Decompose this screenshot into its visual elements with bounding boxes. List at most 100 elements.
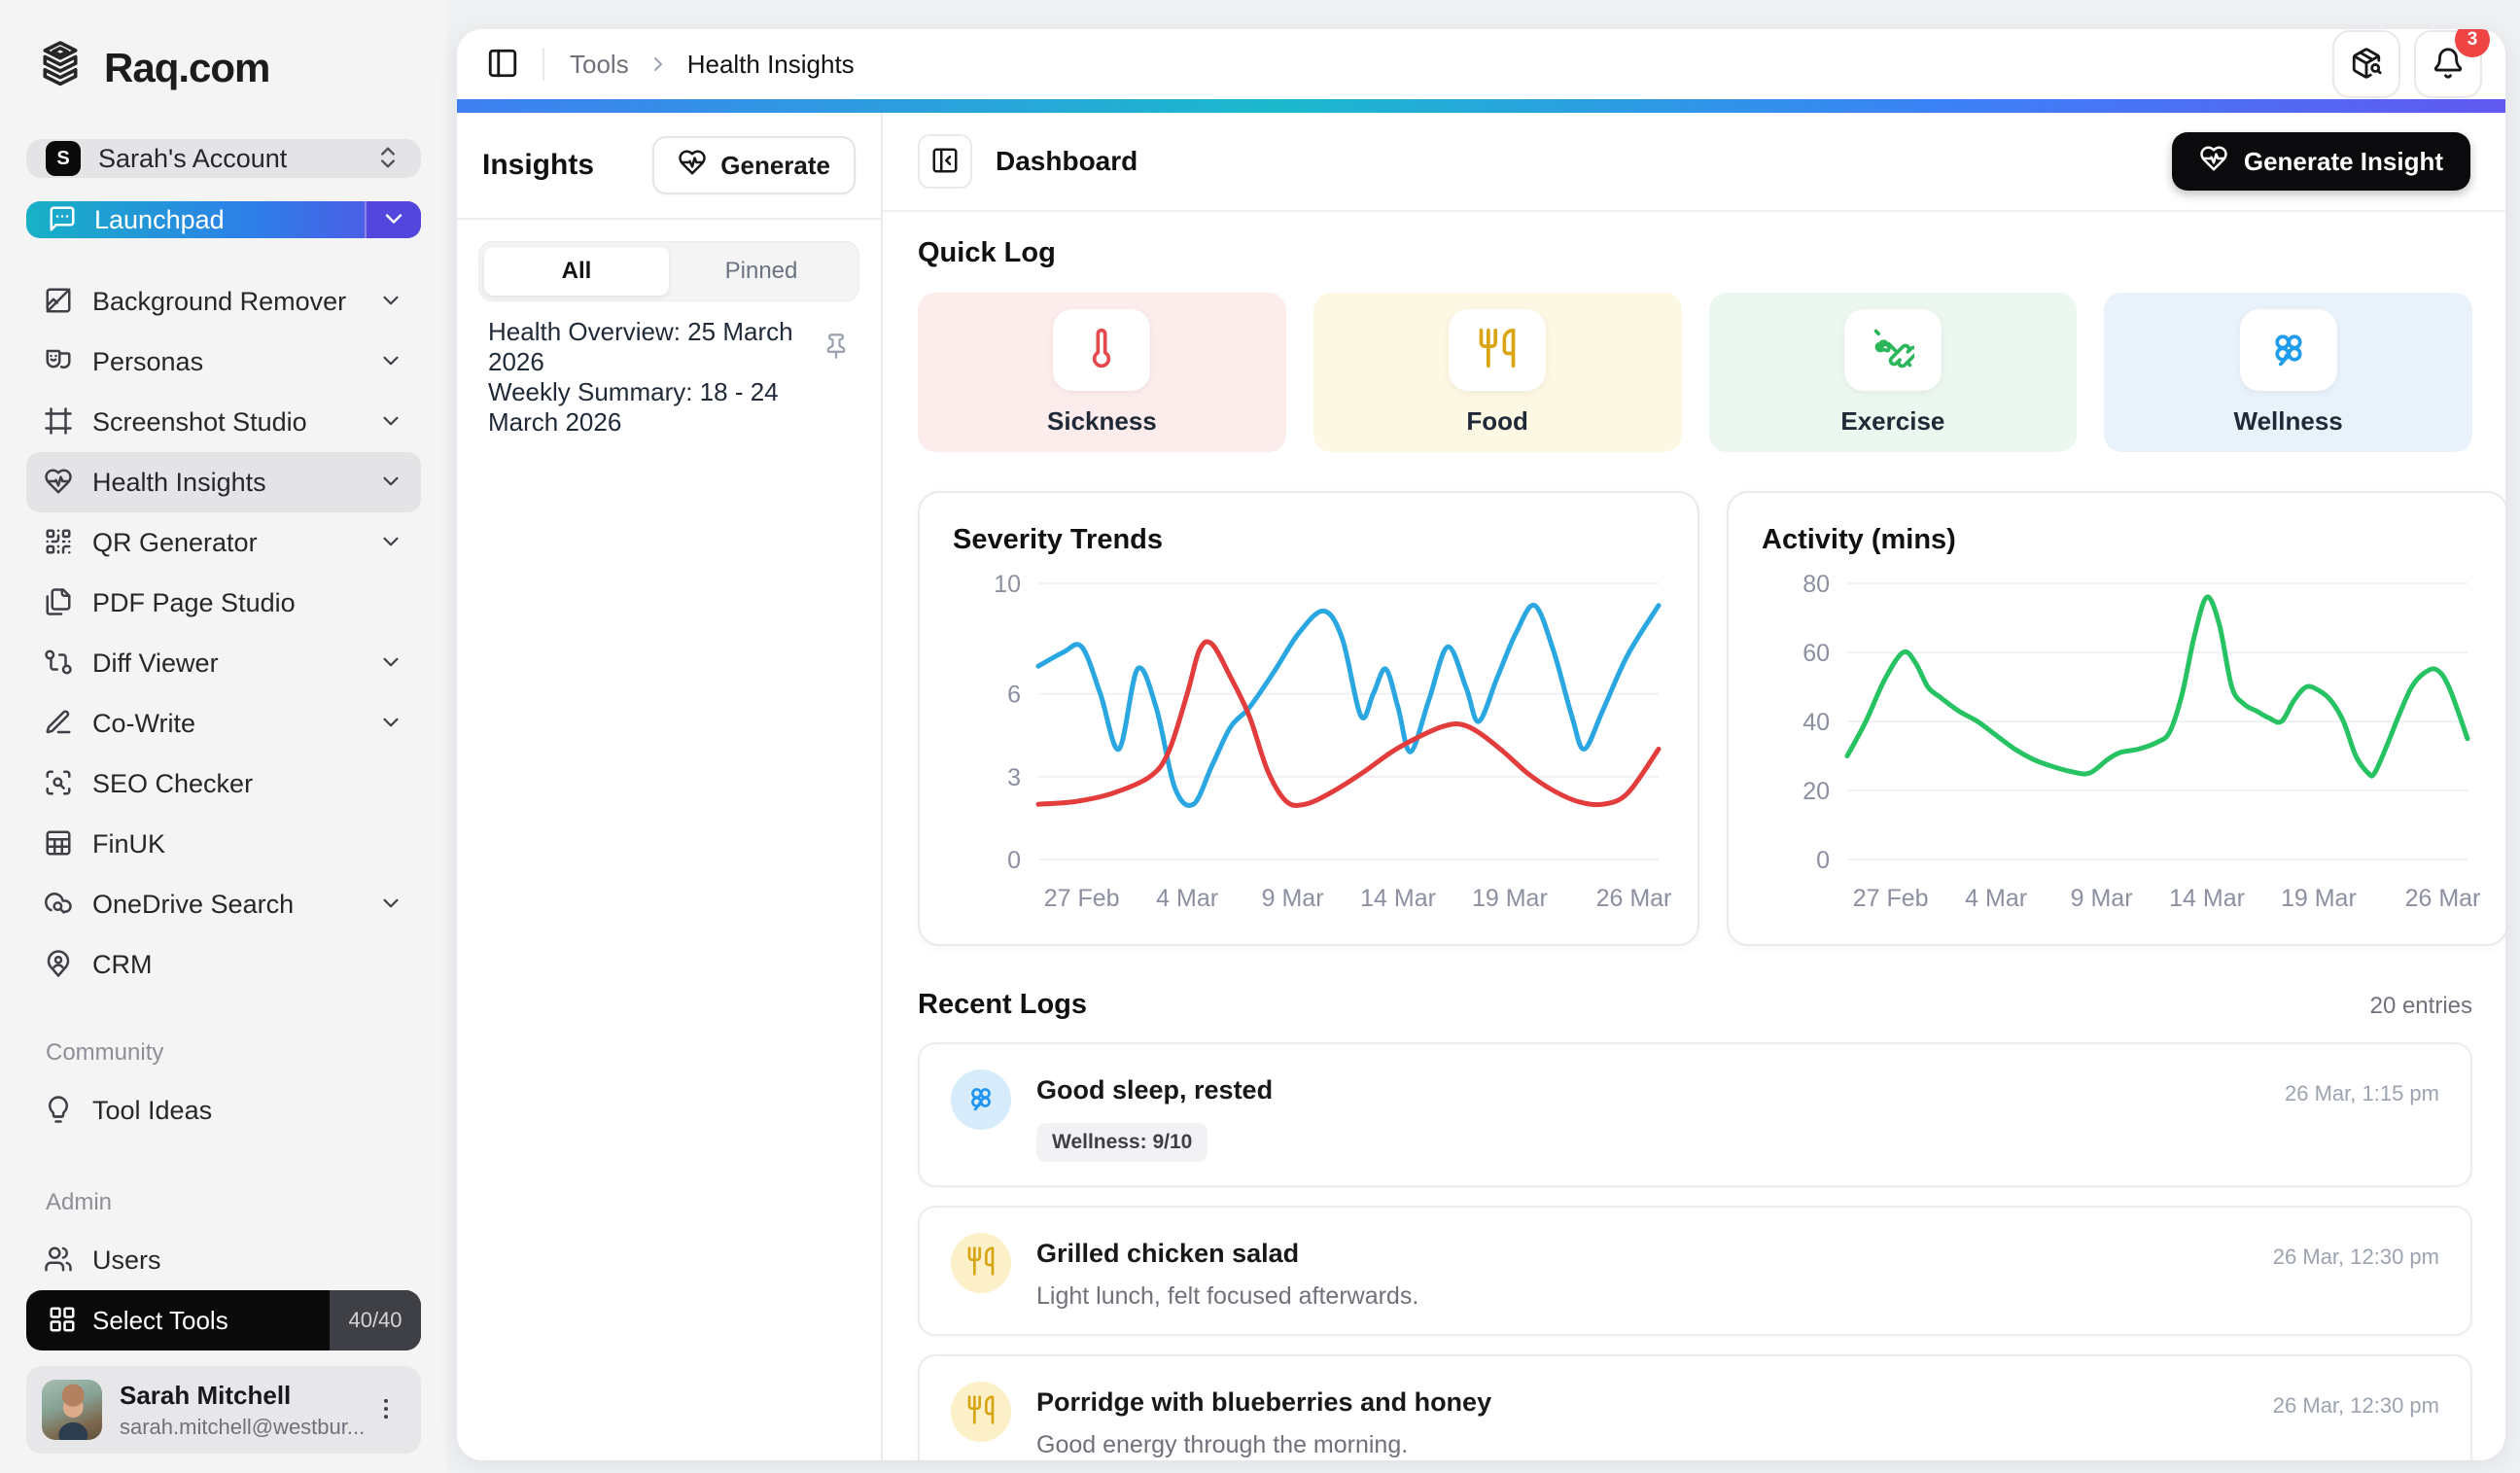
sidebar-item-label: Co-Write	[92, 709, 359, 739]
heart-pulse-icon	[2199, 144, 2228, 180]
sidebar-item-label: Personas	[92, 347, 359, 377]
launchpad-dropdown-toggle[interactable]	[365, 201, 421, 238]
svg-text:26 Mar: 26 Mar	[1596, 885, 1672, 912]
insights-tab[interactable]: All	[484, 247, 669, 296]
brand-name: Raq.com	[104, 45, 269, 91]
svg-text:6: 6	[1007, 682, 1021, 709]
svg-text:14 Mar: 14 Mar	[1360, 885, 1436, 912]
dashboard: Dashboard Generate Insight Quick Log	[883, 113, 2505, 1460]
select-tools-button[interactable]: Select Tools 40/40	[26, 1290, 421, 1350]
generate-button[interactable]: Generate	[652, 136, 856, 194]
pin-icon	[822, 333, 850, 363]
sidebar-item[interactable]: Co-Write	[26, 693, 421, 754]
tools-count-badge: 40/40	[330, 1290, 421, 1350]
sidebar-bottom: Select Tools 40/40 Sarah Mitchell sarah.…	[26, 1290, 421, 1454]
launchpad-button[interactable]: Launchpad	[26, 201, 421, 238]
account-switcher[interactable]: S Sarah's Account	[26, 139, 421, 178]
svg-text:9 Mar: 9 Mar	[1262, 885, 1324, 912]
log-row[interactable]: Porridge with blueberries and honey Good…	[918, 1354, 2472, 1460]
insights-tab[interactable]: Pinned	[669, 247, 854, 296]
sidebar-item[interactable]: Health Insights	[26, 452, 421, 512]
recent-logs-heading: Recent Logs	[918, 989, 1087, 1021]
tool-icon	[44, 648, 73, 680]
svg-text:19 Mar: 19 Mar	[2281, 885, 2357, 912]
accent-gradient-bar	[457, 99, 2505, 113]
svg-text:60: 60	[1802, 640, 1830, 667]
sidebar-item[interactable]: OneDrive Search	[26, 874, 421, 934]
user-name: Sarah Mitchell	[120, 1381, 349, 1411]
notifications-button[interactable]: 3	[2414, 30, 2482, 98]
quick-log-card-label: Wellness	[2234, 406, 2343, 437]
sidebar-item[interactable]: Diff Viewer	[26, 633, 421, 693]
svg-text:27 Feb: 27 Feb	[1853, 885, 1929, 912]
quick-log-card-label: Exercise	[1840, 406, 1944, 437]
sidebar-item-tool-ideas[interactable]: Tool Ideas	[26, 1080, 421, 1140]
sidebar-item[interactable]: QR Generator	[26, 512, 421, 573]
tool-icon	[44, 286, 73, 318]
sidebar-toggle-button[interactable]	[486, 47, 519, 83]
log-row[interactable]: Good sleep, rested Wellness: 9/10 26 Mar…	[918, 1042, 2472, 1187]
sidebar-nav: Background Remover Personas Screenshot S…	[26, 271, 421, 995]
sidebar-item[interactable]: PDF Page Studio	[26, 573, 421, 633]
sidebar-item-label: Screenshot Studio	[92, 407, 359, 438]
generate-insight-button[interactable]: Generate Insight	[2172, 132, 2470, 191]
package-search-button[interactable]	[2332, 30, 2400, 98]
svg-text:3: 3	[1007, 764, 1021, 791]
panel-left-close-icon	[930, 146, 960, 178]
community-section-label: Community	[46, 1039, 421, 1067]
sidebar-item[interactable]: SEO Checker	[26, 754, 421, 814]
main-panel: Tools Health Insights 3 Insights	[457, 29, 2505, 1460]
quick-log-card[interactable]: Sickness	[918, 293, 1286, 452]
breadcrumb-tools-link[interactable]: Tools	[570, 50, 629, 80]
avatar	[42, 1380, 102, 1440]
package-search-icon	[2350, 47, 2383, 83]
svg-text:4 Mar: 4 Mar	[1156, 885, 1218, 912]
tool-icon	[44, 708, 73, 740]
insights-panel-toggle[interactable]	[918, 134, 972, 189]
tool-icon	[44, 828, 73, 860]
page-title: Dashboard	[996, 146, 1138, 177]
sidebar-item-label: Health Insights	[92, 468, 359, 498]
chevron-right-icon	[647, 53, 670, 76]
sidebar-item[interactable]: Personas	[26, 332, 421, 392]
insight-list: Health Overview: 25 March 2026 Weekly Su…	[457, 309, 881, 445]
sidebar-item[interactable]: Background Remover	[26, 271, 421, 332]
heart-pulse-icon	[678, 148, 707, 184]
svg-text:20: 20	[1802, 778, 1830, 805]
user-menu-button[interactable]	[367, 1389, 405, 1431]
category-icon	[1476, 327, 1519, 372]
insight-list-item[interactable]: Weekly Summary: 18 - 24 March 2026	[478, 381, 859, 434]
sidebar-item-label: CRM	[92, 950, 403, 980]
sidebar-item-label: Diff Viewer	[92, 649, 359, 679]
sidebar-item[interactable]: CRM	[26, 934, 421, 995]
quick-log-icon-tile	[1844, 309, 1942, 391]
quick-log-card[interactable]: Wellness	[2104, 293, 2472, 452]
category-icon	[1080, 327, 1123, 372]
chevron-down-icon	[378, 469, 403, 497]
launchpad-label: Launchpad	[94, 205, 225, 235]
svg-text:19 Mar: 19 Mar	[1472, 885, 1548, 912]
more-vertical-icon	[372, 1411, 400, 1425]
notification-count-badge: 3	[2455, 29, 2490, 57]
svg-text:10: 10	[994, 571, 1021, 598]
sidebar-item-users[interactable]: Users	[26, 1230, 421, 1290]
insights-tabs: All Pinned	[478, 241, 859, 301]
user-card[interactable]: Sarah Mitchell sarah.mitchell@westbur...	[26, 1366, 421, 1454]
log-category-icon	[951, 1382, 1011, 1442]
user-email: sarah.mitchell@westbur...	[120, 1415, 349, 1440]
sidebar-item[interactable]: Screenshot Studio	[26, 392, 421, 452]
panel-left-icon	[486, 47, 519, 83]
quick-log-card-label: Sickness	[1047, 406, 1157, 437]
sidebar-item-label: Background Remover	[92, 287, 359, 317]
tool-icon	[44, 587, 73, 619]
svg-text:27 Feb: 27 Feb	[1044, 885, 1120, 912]
quick-log-card[interactable]: Exercise	[1709, 293, 2078, 452]
chevron-down-icon	[378, 288, 403, 316]
category-icon	[2267, 327, 2310, 372]
log-title: Porridge with blueberries and honey	[1036, 1387, 2248, 1418]
message-square-icon	[48, 204, 77, 236]
sidebar-item[interactable]: FinUK	[26, 814, 421, 874]
quick-log-card[interactable]: Food	[1313, 293, 1682, 452]
log-row[interactable]: Grilled chicken salad Light lunch, felt …	[918, 1206, 2472, 1336]
insight-list-item[interactable]: Health Overview: 25 March 2026	[478, 321, 859, 373]
